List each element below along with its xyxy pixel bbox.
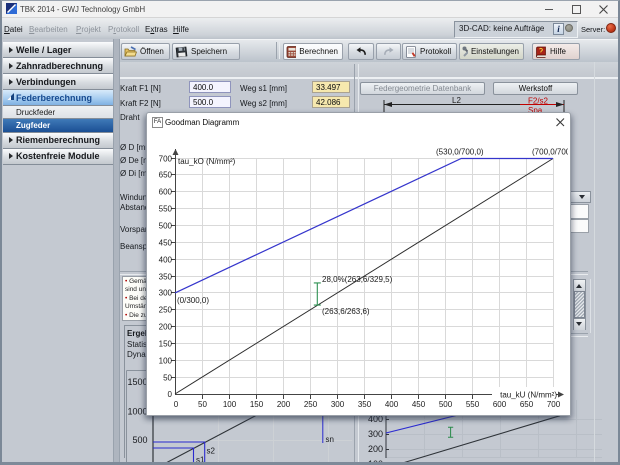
- svg-text:700: 700: [159, 155, 173, 164]
- svg-text:500: 500: [132, 435, 147, 445]
- svg-text:500: 500: [159, 222, 173, 231]
- svg-text:250: 250: [159, 306, 173, 315]
- svg-text:650: 650: [159, 171, 173, 180]
- svg-text:1500: 1500: [127, 377, 147, 387]
- svg-text:150: 150: [250, 400, 264, 409]
- svg-text:50: 50: [163, 374, 172, 383]
- svg-text:(530,0/700,0): (530,0/700,0): [436, 148, 484, 157]
- svg-text:s2: s2: [207, 447, 216, 456]
- svg-text:350: 350: [159, 273, 173, 282]
- svg-text:550: 550: [466, 400, 480, 409]
- svg-text:350: 350: [358, 400, 372, 409]
- svg-text:(700,0/700,0): (700,0/700,0): [532, 148, 568, 157]
- svg-text:450: 450: [412, 400, 426, 409]
- svg-text:28,0%(263,6/329,5): 28,0%(263,6/329,5): [322, 275, 393, 284]
- svg-text:400: 400: [159, 256, 173, 265]
- svg-text:200: 200: [159, 323, 173, 332]
- svg-text:400: 400: [385, 400, 399, 409]
- svg-text:300: 300: [159, 289, 173, 298]
- svg-text:0: 0: [168, 390, 173, 399]
- svg-text:500: 500: [439, 400, 453, 409]
- svg-text:700: 700: [547, 400, 561, 409]
- svg-text:150: 150: [159, 340, 173, 349]
- svg-text:50: 50: [198, 400, 207, 409]
- svg-text:tau_kO (N/mm²): tau_kO (N/mm²): [178, 157, 236, 166]
- svg-text:450: 450: [159, 239, 173, 248]
- svg-text:100: 100: [223, 400, 237, 409]
- svg-text:300: 300: [331, 400, 345, 409]
- svg-text:tau_kU (N/mm²): tau_kU (N/mm²): [500, 391, 557, 400]
- svg-text:200: 200: [368, 444, 383, 454]
- svg-text:600: 600: [493, 400, 507, 409]
- svg-text:550: 550: [159, 205, 173, 214]
- svg-text:L2: L2: [452, 96, 461, 105]
- svg-text:300: 300: [368, 429, 383, 439]
- svg-text:0: 0: [174, 400, 179, 409]
- svg-text:600: 600: [159, 188, 173, 197]
- svg-text:(0/300,0): (0/300,0): [177, 296, 209, 305]
- svg-text:200: 200: [277, 400, 291, 409]
- svg-text:F2/s2: F2/s2: [528, 97, 549, 106]
- svg-text:sn: sn: [326, 435, 334, 444]
- svg-text:100: 100: [159, 357, 173, 366]
- svg-text:250: 250: [304, 400, 318, 409]
- svg-text:650: 650: [520, 400, 534, 409]
- svg-text:(263,6/263,6): (263,6/263,6): [322, 307, 370, 316]
- svg-text:1000: 1000: [127, 407, 147, 417]
- svg-text:s1: s1: [196, 456, 205, 465]
- svg-text:100: 100: [368, 459, 383, 465]
